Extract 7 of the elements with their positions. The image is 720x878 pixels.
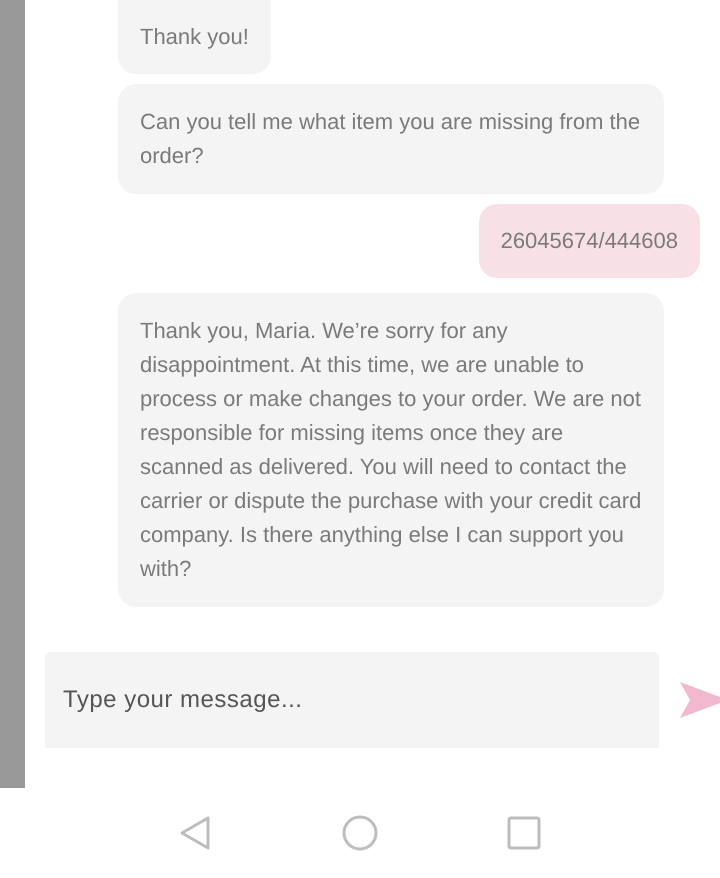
user-message: 26045674/444608	[478, 204, 700, 278]
message-input[interactable]: Type your message...	[45, 652, 659, 748]
recents-icon[interactable]	[506, 815, 542, 851]
agent-message: Thank you, Maria. We’re sorry for any disappointment. At this time, we are unable to process or make changes to your order. We are not responsible for missing items once they are scanned as delivered. You will need to contact the carrier or dispute the purchase with your credit card company. Is there anything else I can support you with?	[118, 293, 664, 607]
agent-message: Thank you!	[118, 0, 271, 74]
agent-message: Can you tell me what item you are missing from the order?	[118, 84, 664, 194]
home-icon[interactable]	[342, 815, 378, 851]
